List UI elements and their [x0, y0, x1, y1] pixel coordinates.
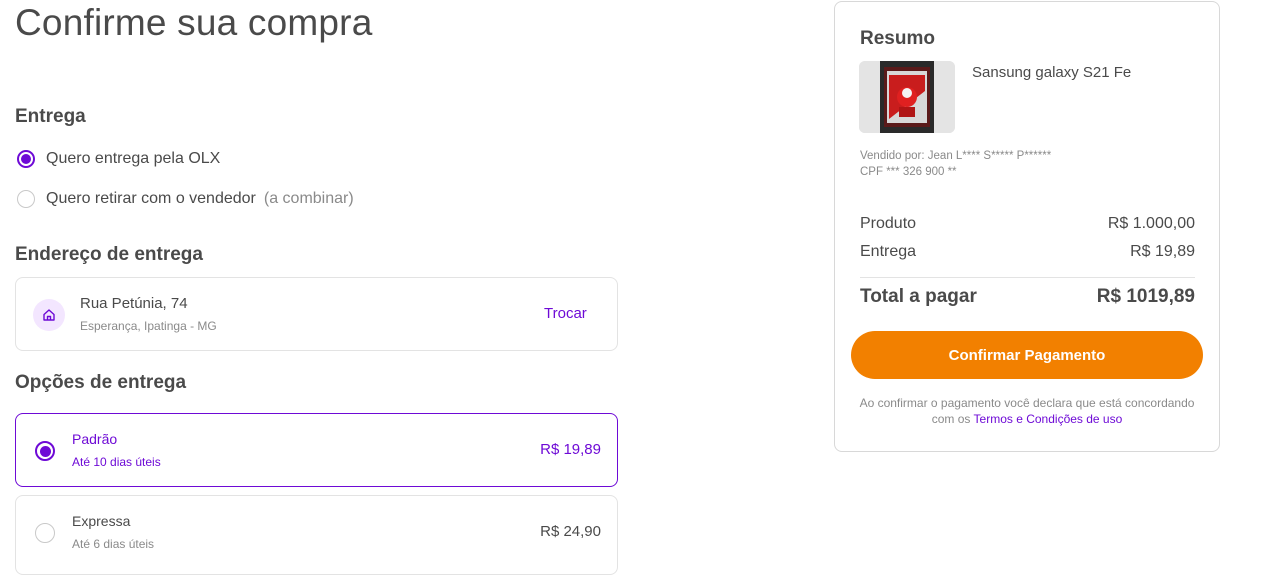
delivery-option-label: Quero retirar com o vendedor [46, 190, 256, 207]
address-street: Rua Petúnia, 74 [80, 295, 188, 312]
terms-link[interactable]: Termos e Condições de uso [974, 412, 1123, 426]
total-value: R$ 1019,89 [1096, 286, 1195, 307]
seller-name: Vendido por: Jean L**** S***** P****** [860, 150, 1052, 162]
delivery-option-label: Quero entrega pela OLX [46, 150, 221, 167]
total-label: Total a pagar [860, 286, 977, 307]
product-value: R$ 1.000,00 [1107, 215, 1195, 232]
delivery-option-olx[interactable]: Quero entrega pela OLX [17, 148, 220, 170]
change-address-link[interactable]: Trocar [544, 305, 587, 322]
seller-cpf: CPF *** 326 900 ** [860, 166, 957, 178]
summary-title: Resumo [860, 28, 935, 49]
address-heading: Endereço de entrega [15, 244, 203, 265]
address-card: Rua Petúnia, 74 Esperança, Ipatinga - MG… [15, 277, 618, 351]
delivery-option-hint: (a combinar) [263, 190, 354, 207]
summary-panel: Resumo Sansung galaxy S21 Fe Vendido por… [834, 1, 1220, 452]
summary-divider [860, 277, 1195, 278]
product-price-row: Produto R$ 1.000,00 [860, 215, 1195, 233]
shipping-option-days: Até 6 dias úteis [72, 537, 155, 551]
shipping-heading: Opções de entrega [15, 372, 187, 393]
shipping-option-express[interactable]: Expressa Até 6 dias úteis R$ 24,90 [15, 495, 618, 575]
product-label: Produto [860, 215, 917, 232]
shipping-option-name: Padrão [72, 431, 118, 447]
address-city: Esperança, Ipatinga - MG [80, 319, 217, 333]
delivery-label: Entrega [860, 243, 917, 260]
radio-unchecked[interactable] [35, 523, 55, 543]
radio-checked[interactable] [17, 150, 35, 168]
delivery-value: R$ 19,89 [1130, 243, 1195, 260]
shipping-option-days: Até 10 dias úteis [72, 455, 161, 469]
total-row: Total a pagar R$ 1019,89 [860, 286, 1195, 308]
radio-checked[interactable] [35, 441, 55, 461]
terms-text: Ao confirmar o pagamento você declara qu… [851, 395, 1203, 427]
radio-unchecked[interactable] [17, 190, 35, 208]
delivery-heading: Entrega [15, 106, 86, 127]
shipping-option-price: R$ 24,90 [540, 523, 601, 540]
product-name: Sansung galaxy S21 Fe [972, 64, 1132, 81]
product-thumbnail [859, 61, 955, 133]
page-title: Confirme sua compra [15, 2, 373, 43]
seller-info: Vendido por: Jean L**** S***** P****** C… [860, 148, 1051, 180]
delivery-option-pickup[interactable]: Quero retirar com o vendedor (a combinar… [17, 188, 354, 210]
shipping-option-standard[interactable]: Padrão Até 10 dias úteis R$ 19,89 [15, 413, 618, 487]
shipping-option-price: R$ 19,89 [540, 441, 601, 458]
delivery-price-row: Entrega R$ 19,89 [860, 243, 1195, 261]
confirm-payment-button[interactable]: Confirmar Pagamento [851, 331, 1203, 379]
shipping-option-name: Expressa [72, 513, 131, 529]
home-icon [33, 299, 65, 331]
